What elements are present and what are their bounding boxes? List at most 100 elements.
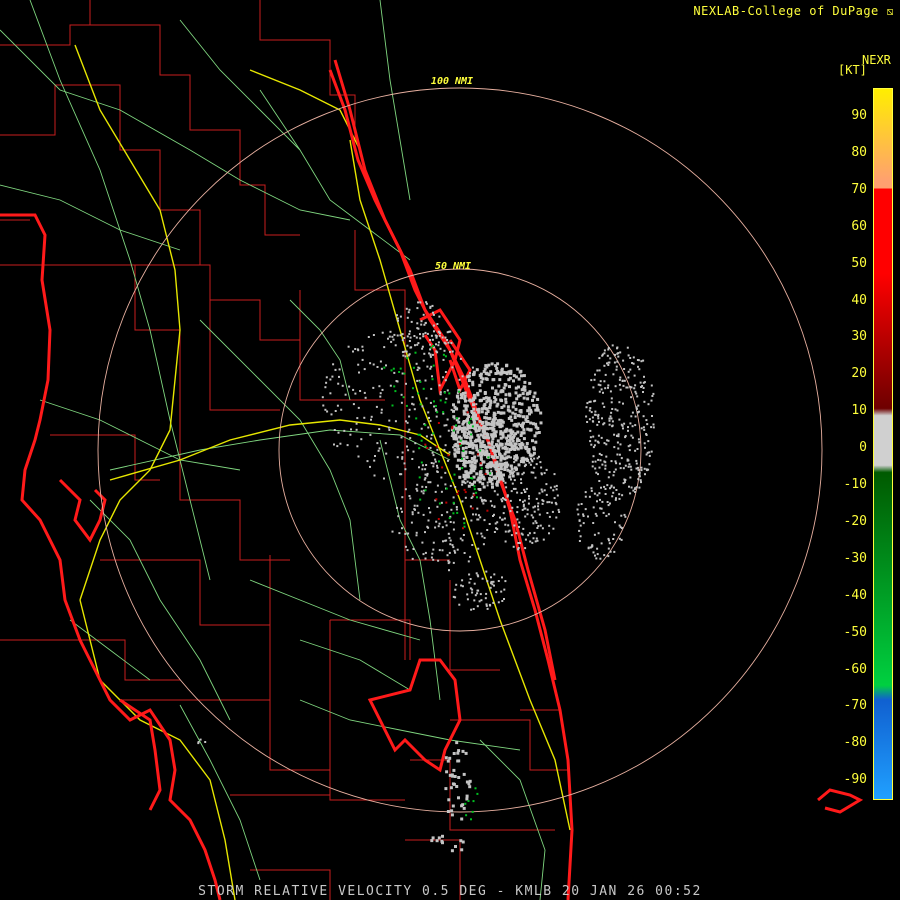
echo-pixel — [421, 464, 424, 467]
echo-pixel — [457, 749, 461, 753]
echo-pixel — [520, 492, 523, 494]
echo-pixel — [592, 386, 595, 389]
echo-pixel — [396, 334, 399, 337]
echo-pixel — [431, 353, 434, 356]
echo-pixel — [503, 517, 506, 520]
echo-pixel — [616, 409, 619, 412]
echo-pixel — [456, 751, 460, 755]
echo-pixel — [479, 449, 482, 452]
echo-pixel — [424, 557, 427, 560]
echo-pixel — [388, 428, 391, 431]
echo-pixel — [478, 438, 482, 442]
echo-pixel — [482, 485, 486, 489]
echo-pixel — [485, 426, 488, 430]
echo-pixel — [647, 403, 650, 406]
echo-pixel — [450, 813, 454, 817]
echo-pixel — [432, 548, 435, 551]
color-scale-tick-label: -30 — [843, 550, 867, 566]
echo-pixel — [578, 529, 581, 532]
color-scale-tick-label: -20 — [843, 513, 867, 529]
echo-pixel — [540, 488, 543, 491]
echo-pixel — [378, 385, 381, 388]
echo-pixel — [449, 484, 452, 487]
echo-pixel — [488, 406, 492, 410]
echo-pixel — [436, 471, 439, 473]
echo-pixel — [441, 834, 444, 838]
echo-pixel — [512, 379, 515, 383]
color-scale-tick-label: 0 — [859, 440, 867, 456]
echo-pixel — [446, 759, 450, 763]
echo-pixel — [622, 384, 625, 387]
echo-pixel — [539, 411, 543, 415]
echo-pixel — [610, 460, 613, 463]
echo-pixel — [513, 416, 517, 419]
echo-pixel — [524, 547, 527, 550]
echo-pixel — [606, 354, 609, 357]
echo-pixel — [406, 316, 409, 319]
echo-pixel — [606, 501, 609, 503]
echo-pixel — [501, 468, 504, 471]
echo-pixel — [399, 367, 402, 370]
echo-pixel — [437, 330, 440, 333]
echo-pixel — [461, 579, 464, 582]
echo-pixel — [513, 470, 516, 473]
echo-pixel — [393, 385, 396, 388]
echo-pixel — [402, 350, 405, 353]
color-scale-tick-label: 10 — [851, 403, 867, 419]
echo-pixel — [596, 547, 599, 550]
echo-pixel — [522, 505, 525, 508]
echo-pixel — [334, 410, 337, 412]
echo-pixel — [594, 512, 597, 515]
echo-pixel — [467, 484, 471, 488]
echo-pixel — [390, 369, 393, 372]
echo-pixel — [632, 362, 635, 365]
echo-pixel — [446, 331, 449, 334]
echo-pixel — [474, 413, 477, 417]
echo-pixel — [480, 410, 484, 414]
echo-pixel — [585, 406, 588, 409]
echo-pixel — [530, 459, 533, 462]
echo-pixel — [482, 370, 486, 374]
echo-pixel — [616, 346, 619, 349]
echo-pixel — [525, 442, 529, 445]
echo-pixel — [436, 505, 439, 508]
echo-pixel — [645, 468, 648, 471]
echo-pixel — [541, 527, 544, 530]
echo-pixel — [354, 392, 357, 395]
echo-pixel — [412, 403, 415, 406]
echo-pixel — [487, 456, 490, 459]
echo-pixel — [638, 486, 641, 489]
echo-pixel — [409, 437, 412, 440]
echo-pixel — [578, 540, 581, 542]
echo-pixel — [454, 407, 458, 411]
echo-pixel — [518, 521, 521, 524]
echo-pixel — [619, 351, 622, 354]
echo-pixel — [485, 603, 488, 606]
echo-pixel — [640, 386, 643, 388]
echo-pixel — [337, 382, 340, 385]
echo-pixel — [587, 515, 589, 518]
echo-pixel — [633, 374, 636, 377]
echo-pixel — [510, 490, 513, 493]
echo-pixel — [404, 468, 407, 471]
echo-pixel — [502, 411, 506, 415]
echo-pixel — [536, 527, 539, 529]
echo-pixel — [482, 429, 486, 433]
echo-pixel — [460, 848, 464, 852]
echo-pixel — [489, 400, 493, 404]
echo-pixel — [436, 466, 439, 469]
echo-pixel — [458, 378, 461, 381]
echo-pixel — [437, 836, 441, 840]
echo-pixel — [610, 401, 613, 404]
echo-pixel — [465, 471, 469, 475]
echo-pixel — [363, 391, 366, 394]
echo-pixel — [529, 540, 532, 543]
echo-pixel — [469, 372, 471, 374]
echo-pixel — [604, 488, 607, 490]
echo-pixel — [634, 390, 637, 393]
echo-pixel — [443, 349, 446, 352]
echo-pixel — [629, 476, 632, 479]
echo-pixel — [449, 539, 452, 542]
echo-pixel — [499, 371, 503, 375]
echo-pixel — [464, 446, 468, 450]
